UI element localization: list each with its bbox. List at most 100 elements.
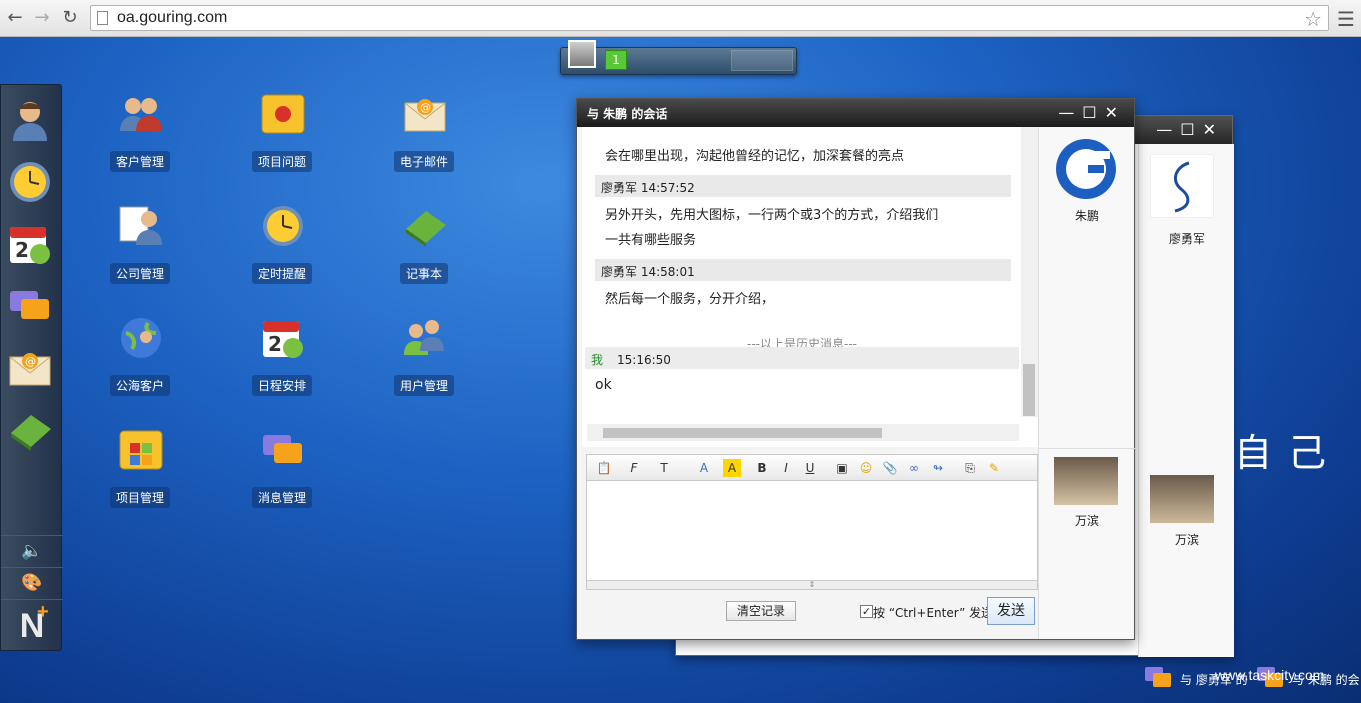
mail-icon: @ <box>402 91 448 137</box>
font-family-icon[interactable]: F <box>625 459 643 477</box>
watermark: www.taskcity.com <box>1215 667 1325 683</box>
ctrl-enter-checkbox[interactable]: ✓ <box>860 605 873 618</box>
svg-text:@: @ <box>25 355 36 368</box>
app-project-management[interactable]: 项目管理 <box>90 427 190 527</box>
reload-icon[interactable]: ↻ <box>60 7 80 29</box>
message-text: 一共有哪些服务 <box>605 233 697 248</box>
message-text: 然后每一个服务，分开介绍， <box>605 292 775 307</box>
clear-format-icon[interactable]: ✎ <box>985 459 1003 477</box>
app-label: 定时提醒 <box>251 263 313 284</box>
message-header: 廖勇军 14:57:52 <box>595 175 1011 197</box>
emoji-icon[interactable]: ☺ <box>857 459 875 477</box>
app-label: 公海客户 <box>109 375 171 396</box>
bold-icon[interactable]: B <box>753 459 771 477</box>
dock: 2 @ 🔈 🎨 N + <box>0 84 63 651</box>
message-text: 会在哪里出现，沟起他曾经的记忆，加深套餐的亮点 <box>605 149 905 164</box>
plus-icon: + <box>37 601 49 623</box>
message-header: 廖勇军 14:58:01 <box>595 259 1011 281</box>
resize-handle[interactable]: ⇕ <box>587 580 1037 589</box>
bug-folder-icon <box>260 91 306 137</box>
app-customer-management[interactable]: 客户管理 <box>90 91 190 191</box>
globe-users-icon <box>118 315 164 361</box>
bookmark-star-icon[interactable]: ☆ <box>1304 7 1322 31</box>
calendar-icon[interactable]: 2 <box>7 221 53 267</box>
underline-icon[interactable]: U <box>801 459 819 477</box>
window-controls[interactable]: —☐✕ <box>1156 116 1224 144</box>
app-label: 消息管理 <box>251 487 313 508</box>
app-user-management[interactable]: 用户管理 <box>374 315 474 415</box>
divider <box>1039 448 1135 449</box>
editor-toolbar: 📋 F T A A B I U ▣ ☺ 📎 ∞ ↬ ⎘ ✎ <box>586 454 1038 481</box>
app-label: 日程安排 <box>251 375 313 396</box>
chat-icon[interactable] <box>7 283 53 329</box>
font-size-icon[interactable]: T <box>655 459 673 477</box>
clock-icon[interactable] <box>7 159 53 205</box>
app-label: 公司管理 <box>109 263 171 284</box>
font-color-icon[interactable]: A <box>695 459 713 477</box>
app-label: 电子邮件 <box>393 151 455 172</box>
contact-name: 廖勇军 <box>1168 232 1205 246</box>
forward-arrow-icon[interactable]: → <box>32 7 52 29</box>
browser-toolbar: ← → ↻ oa.gouring.com ☆ ☰ <box>0 0 1361 37</box>
avatar[interactable] <box>1054 137 1118 201</box>
window-titlebar[interactable]: 与 朱鹏 的会话 —☐✕ <box>577 99 1134 127</box>
clipboard-icon[interactable]: 📋 <box>595 459 613 477</box>
notebook-icon <box>402 203 448 249</box>
message-input[interactable]: ⇕ <box>586 480 1038 590</box>
vertical-scrollbar[interactable] <box>1021 127 1038 417</box>
app-company-management[interactable]: 公司管理 <box>90 203 190 303</box>
users-icon <box>402 315 448 361</box>
italic-icon[interactable]: I <box>777 459 795 477</box>
app-label: 用户管理 <box>393 375 455 396</box>
svg-text:2: 2 <box>15 238 29 262</box>
message-text: 另外开头，先用大图标，一行两个或3个的方式，介绍我们 <box>605 208 939 223</box>
app-public-customers[interactable]: 公海客户 <box>90 315 190 415</box>
clear-history-button[interactable]: 清空记录 <box>726 601 796 621</box>
horizontal-scrollbar[interactable] <box>587 424 1019 441</box>
avatar[interactable] <box>1150 475 1214 523</box>
image-icon[interactable]: ▣ <box>833 459 851 477</box>
contacts-panel: 廖勇军 万滨 <box>1138 144 1234 657</box>
link-icon[interactable]: ∞ <box>905 459 923 477</box>
taskbar-slot <box>731 50 793 71</box>
ctrl-enter-label: 按 “Ctrl+Enter” 发送 <box>873 606 994 620</box>
highlight-icon[interactable]: A <box>723 459 741 477</box>
avatar[interactable] <box>1150 154 1214 218</box>
background-text: 自己 <box>1234 431 1343 475</box>
send-button[interactable]: 发送 <box>987 597 1035 625</box>
notebook-icon[interactable] <box>7 407 53 453</box>
app-project-issues[interactable]: 项目问题 <box>232 91 332 191</box>
window-controls[interactable]: —☐✕ <box>1058 99 1126 127</box>
app-label: 客户管理 <box>109 151 171 172</box>
message-history[interactable]: 会在哪里出现，沟起他曾经的记忆，加深套餐的亮点 廖勇军 14:57:52 另外开… <box>582 127 1038 447</box>
project-grid-icon <box>118 427 164 473</box>
contact-name: 万滨 <box>1174 533 1199 547</box>
unlink-icon[interactable]: ↬ <box>929 459 947 477</box>
back-arrow-icon[interactable]: ← <box>5 7 25 29</box>
my-message-text: ok <box>595 377 612 393</box>
company-icon <box>118 203 164 249</box>
scrollbar-thumb[interactable] <box>1023 364 1035 416</box>
contacts-panel: 朱鹏 万滨 <box>1038 127 1135 639</box>
mail-icon[interactable]: @ <box>7 345 53 391</box>
app-schedule[interactable]: 2 日程安排 <box>232 315 332 415</box>
palette-icon[interactable]: 🎨 <box>1 567 63 599</box>
app-label: 项目管理 <box>109 487 171 508</box>
avatar[interactable] <box>1054 457 1118 505</box>
scrollbar-thumb[interactable] <box>603 428 882 438</box>
app-message-management[interactable]: 消息管理 <box>232 427 332 527</box>
address-bar[interactable]: oa.gouring.com ☆ <box>90 5 1329 31</box>
app-notebook[interactable]: 记事本 <box>374 203 474 303</box>
code-icon[interactable]: ⎘ <box>961 459 979 477</box>
browser-menu-icon[interactable]: ☰ <box>1337 7 1355 31</box>
app-email[interactable]: @ 电子邮件 <box>374 91 474 191</box>
avatar[interactable] <box>568 40 596 68</box>
sound-icon[interactable]: 🔈 <box>1 535 63 567</box>
attachment-icon[interactable]: 📎 <box>881 459 899 477</box>
chat-window[interactable]: 与 朱鹏 的会话 —☐✕ 会在哪里出现，沟起他曾经的记忆，加深套餐的亮点 廖勇军… <box>576 98 1135 640</box>
new-app-button[interactable]: N + <box>1 599 63 651</box>
app-timed-reminder[interactable]: 定时提醒 <box>232 203 332 303</box>
user-profile-icon[interactable] <box>7 97 53 143</box>
notification-badge[interactable]: 1 <box>605 50 627 70</box>
page-icon <box>97 11 108 25</box>
